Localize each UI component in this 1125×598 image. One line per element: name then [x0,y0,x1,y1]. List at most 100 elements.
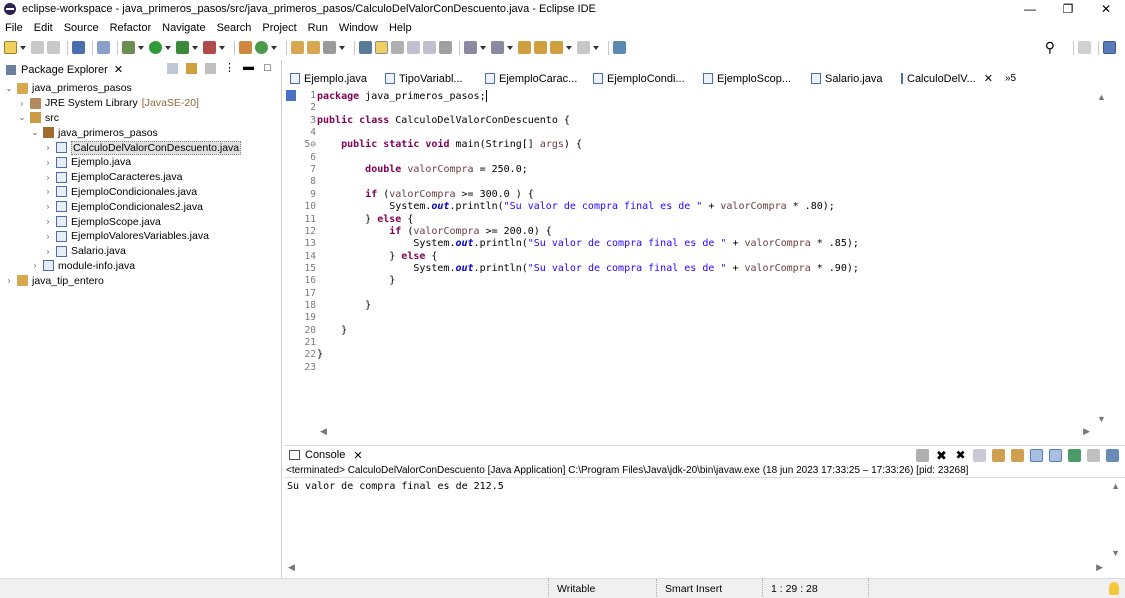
menu-source[interactable]: Source [64,22,99,34]
expand-toggle-icon[interactable]: › [17,99,27,108]
collapse-toggle-icon[interactable]: ⌄ [4,84,14,93]
remove-all-terminated-icon[interactable]: ✖ [954,449,967,462]
search-dropdown-icon[interactable] [339,45,345,50]
back-icon[interactable] [550,41,563,54]
insert-mode-status[interactable]: Smart Insert [656,579,762,598]
scroll-right-icon[interactable]: ▶ [1083,426,1090,437]
word-wrap-icon[interactable] [407,41,420,54]
editor-tab[interactable]: EjemploCondi... [587,69,697,88]
tree-item[interactable]: › CalculoDelValorConDescuento.java [0,140,280,155]
new-class-dropdown-icon[interactable] [271,45,277,50]
forward-edit-icon[interactable] [534,41,547,54]
tree-item[interactable]: › EjemploScope.java [0,214,280,229]
mark-occurrences-icon[interactable] [375,41,388,54]
scroll-down-icon[interactable]: ▼ [1097,414,1106,424]
external-tools-icon[interactable] [203,41,216,54]
scroll-up-icon[interactable]: ▲ [1111,481,1120,491]
close-icon[interactable]: ✕ [984,72,993,85]
minimize-view-icon[interactable]: ▬ [243,62,254,74]
tree-item[interactable]: › EjemploCondicionales2.java [0,199,280,214]
open-console-icon[interactable] [1106,449,1119,462]
terminal-icon[interactable] [72,41,85,54]
menu-search[interactable]: Search [217,22,252,34]
previous-annotation-icon[interactable] [491,41,504,54]
pin-console-icon[interactable] [1068,449,1081,462]
tree-item[interactable]: › Salario.java [0,244,280,259]
show-on-output-icon[interactable] [1030,449,1043,462]
skip-breakpoints-icon[interactable] [97,41,110,54]
tree-item[interactable]: ⌄ java_primeros_pasos [0,81,280,96]
console-output-area[interactable]: Su valor de compra final es de 212.5 ▲ ▼… [284,477,1125,577]
expand-toggle-icon[interactable]: › [43,232,53,241]
editor-tab[interactable]: Salario.java [805,69,895,88]
editor-vertical-scrollbar[interactable]: ▲ ▼ [1094,88,1110,428]
code-line[interactable]: } [317,275,395,286]
scroll-left-icon[interactable]: ◀ [320,426,327,437]
pin-editor-icon[interactable] [613,41,626,54]
code-editor[interactable]: 1 2 3 4 5⊖ 6 7 8 9 10 11 12 13 14 15 16 17 18 19 20 21 22 23 p… [284,88,1110,438]
filter-icon[interactable] [205,63,216,74]
expand-toggle-icon[interactable]: › [43,143,53,152]
terminate-icon[interactable] [916,449,929,462]
open-type-icon[interactable] [291,41,304,54]
coverage-icon[interactable] [176,41,189,54]
code-line[interactable]: System.out.println("Su valor de compra f… [317,201,835,212]
scroll-down-icon[interactable]: ▼ [1111,548,1120,558]
expand-toggle-icon[interactable]: › [4,276,14,285]
remove-launch-icon[interactable]: ✖ [935,449,948,462]
code-line[interactable]: } else { [317,251,437,262]
menu-run[interactable]: Run [308,22,328,34]
menu-navigate[interactable]: Navigate [162,22,205,34]
debug-icon[interactable] [122,41,135,54]
save-icon[interactable] [31,41,44,54]
next-annotation-dropdown-icon[interactable] [480,45,486,50]
link-with-editor-icon[interactable] [186,63,197,74]
close-icon[interactable]: ✕ [114,63,123,76]
collapse-all-icon[interactable] [167,63,178,74]
expand-toggle-icon[interactable]: › [43,247,53,256]
forward-dropdown-icon[interactable] [593,45,599,50]
editor-horizontal-scrollbar[interactable]: ◀ ▶ [316,426,1094,438]
scroll-right-icon[interactable]: ▶ [1096,562,1103,573]
code-line[interactable]: } [317,300,371,311]
collapse-toggle-icon[interactable]: ⌄ [30,128,40,137]
scroll-left-icon[interactable]: ◀ [288,562,295,573]
menu-file[interactable]: File [5,22,23,34]
tree-item[interactable]: › Ejemplo.java [0,155,280,170]
open-perspective-icon[interactable] [1078,41,1091,54]
expand-toggle-icon[interactable]: › [43,202,53,211]
next-annotation-icon[interactable] [464,41,477,54]
new-icon[interactable] [4,41,17,54]
lightbulb-icon[interactable] [1109,582,1119,595]
editor-tab[interactable]: EjemploCarac... [479,69,587,88]
maximize-button[interactable]: ❐ [1049,0,1087,18]
new-class-icon[interactable] [255,41,268,54]
save-all-icon[interactable] [47,41,60,54]
search-icon[interactable]: ⚲ [1045,39,1055,56]
code-line[interactable]: if (valorCompra >= 200.0) { [317,226,552,237]
tree-item[interactable]: ⌄ java_primeros_pasos [0,125,280,140]
expand-toggle-icon[interactable]: › [43,173,53,182]
code-line[interactable]: } [317,325,347,336]
tree-item[interactable]: › EjemploCaracteres.java [0,170,280,185]
forward-icon[interactable] [577,41,590,54]
run-icon[interactable] [149,41,162,54]
editor-tab[interactable]: EjemploScop... [697,69,805,88]
expand-toggle-icon[interactable]: › [43,217,53,226]
tree-item[interactable]: › module-info.java [0,259,280,274]
minimize-button[interactable]: — [1011,0,1049,18]
toggle-breadcrumb-icon[interactable] [359,41,372,54]
code-line[interactable]: public class CalculoDelValorConDescuento… [317,115,570,126]
word-wrap-console-icon[interactable] [1011,449,1024,462]
clear-console-icon[interactable] [973,449,986,462]
previous-annotation-dropdown-icon[interactable] [507,45,513,50]
expand-toggle-icon[interactable]: › [43,158,53,167]
show-whitespace-icon[interactable] [423,41,436,54]
new-java-project-icon[interactable] [239,41,252,54]
new-dropdown-icon[interactable] [20,45,26,50]
tree-item[interactable]: › java_tip_entero [0,273,280,288]
menu-refactor[interactable]: Refactor [110,22,152,34]
block-selection-icon[interactable] [391,41,404,54]
java-perspective-icon[interactable] [1103,41,1116,54]
editor-tab[interactable]: TipoVariabl... [379,69,479,88]
